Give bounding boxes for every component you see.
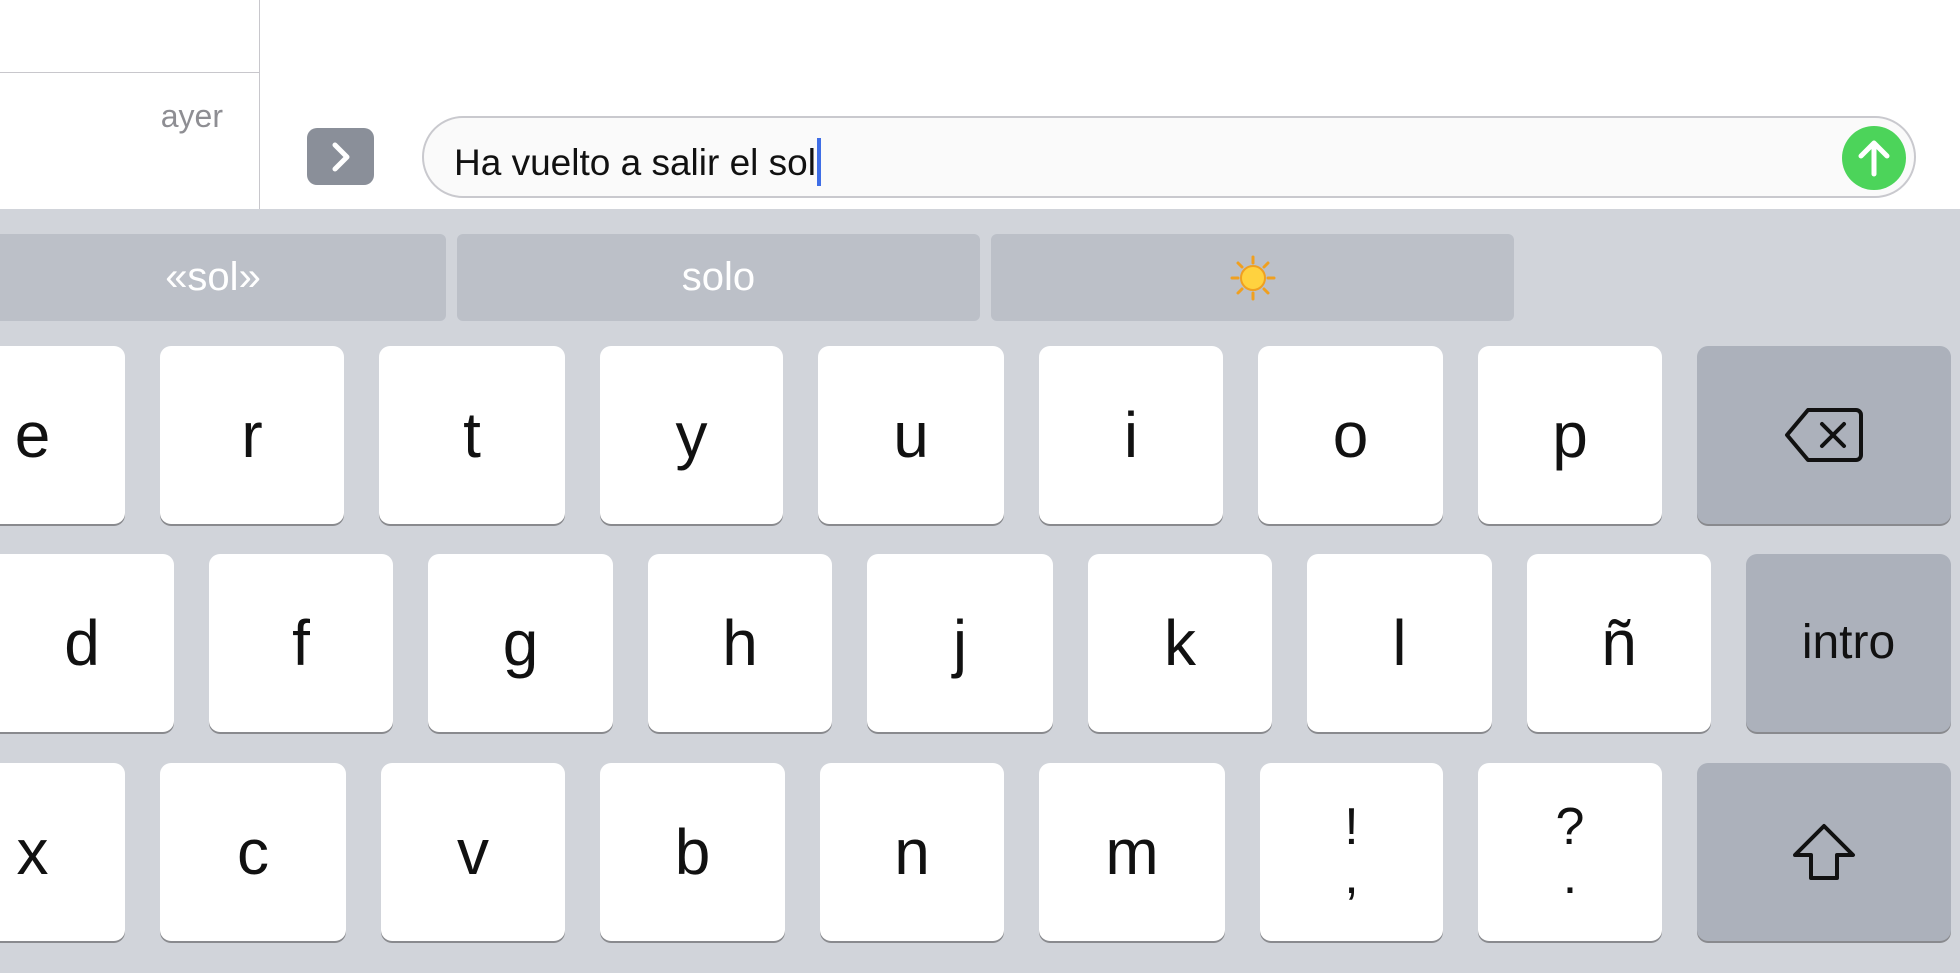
key-n-tilde[interactable]: ñ — [1527, 554, 1711, 732]
exclaim-glyph: ! — [1344, 797, 1359, 856]
comma-glyph: , — [1344, 847, 1359, 905]
arrow-up-icon — [1858, 140, 1890, 177]
key-k[interactable]: k — [1088, 554, 1272, 732]
message-text: Ha vuelto a salir el sol — [454, 142, 816, 183]
key-m[interactable]: m — [1039, 763, 1225, 941]
conversation-timestamp: ayer — [160, 98, 223, 134]
divider — [0, 72, 259, 73]
message-input[interactable]: Ha vuelto a salir el sol — [422, 116, 1916, 198]
shift-key[interactable] — [1697, 763, 1951, 941]
key-e[interactable]: e — [0, 346, 125, 524]
key-y[interactable]: y — [600, 346, 783, 524]
text-caret — [816, 138, 821, 186]
key-n[interactable]: n — [820, 763, 1004, 941]
chevron-right-icon — [332, 142, 349, 171]
key-u[interactable]: u — [818, 346, 1004, 524]
key-c[interactable]: c — [160, 763, 346, 941]
key-exclaim-comma[interactable]: ! , — [1260, 763, 1443, 941]
suggestion-solo[interactable]: solo — [457, 234, 980, 321]
key-g[interactable]: g — [428, 554, 613, 732]
key-t[interactable]: t — [379, 346, 565, 524]
key-j[interactable]: j — [867, 554, 1053, 732]
next-row-edge — [0, 967, 1960, 973]
suggestion-quoted[interactable]: «sol» — [0, 234, 446, 321]
backspace-key[interactable] — [1697, 346, 1951, 524]
key-x[interactable]: x — [0, 763, 125, 941]
backspace-icon — [1785, 408, 1863, 462]
suggestion-sun-emoji[interactable] — [991, 234, 1514, 321]
key-h[interactable]: h — [648, 554, 832, 732]
key-p[interactable]: p — [1478, 346, 1662, 524]
key-v[interactable]: v — [381, 763, 565, 941]
key-d[interactable]: d — [0, 554, 174, 732]
period-glyph: . — [1562, 847, 1578, 905]
key-b[interactable]: b — [600, 763, 785, 941]
key-l[interactable]: l — [1307, 554, 1492, 732]
expand-apps-button[interactable] — [307, 128, 374, 185]
send-button[interactable] — [1842, 126, 1906, 190]
key-o[interactable]: o — [1258, 346, 1443, 524]
key-question-period[interactable]: ? . — [1478, 763, 1662, 941]
question-glyph: ? — [1555, 797, 1585, 856]
key-i[interactable]: i — [1039, 346, 1223, 524]
keyboard: «sol» solo e r t y u i o p d f g h j k l… — [0, 209, 1960, 973]
sun-icon — [1230, 255, 1275, 300]
key-r[interactable]: r — [160, 346, 344, 524]
return-key[interactable]: intro — [1746, 554, 1951, 732]
key-f[interactable]: f — [209, 554, 393, 732]
shift-icon — [1793, 824, 1855, 880]
conversation-list: ayer — [0, 0, 260, 209]
